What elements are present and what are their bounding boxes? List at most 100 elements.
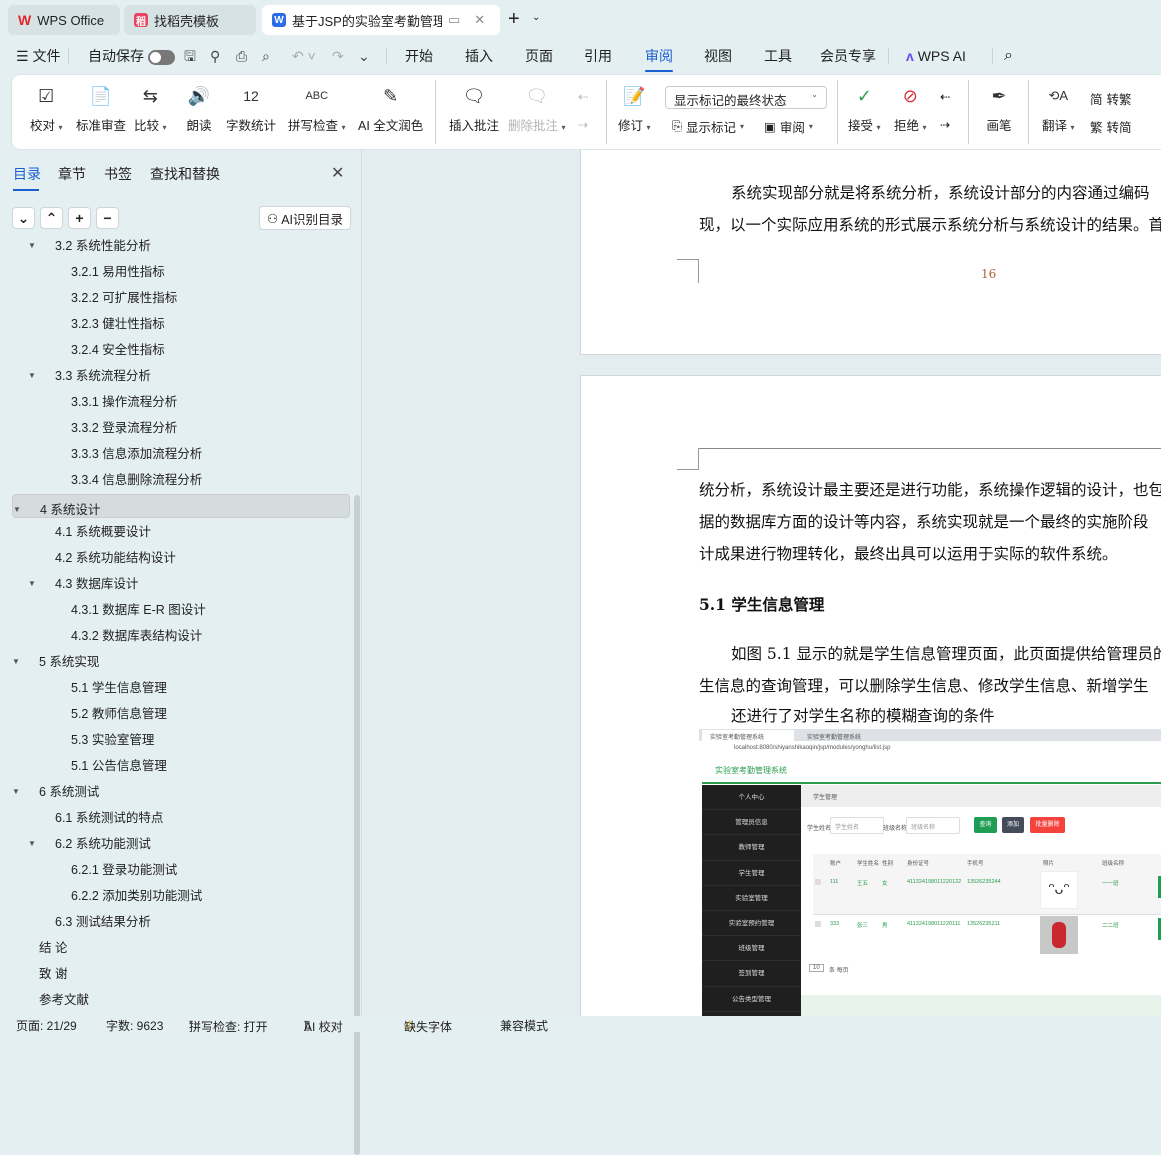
nav-tab-bookmarks[interactable]: 书签: [104, 164, 132, 184]
delete-comment-button[interactable]: 🗨删除批注 ▾: [508, 83, 566, 134]
toc-item[interactable]: 参考文献: [12, 988, 350, 1012]
toc-item[interactable]: 结 论: [12, 936, 350, 960]
show-markup-button[interactable]: ⎘显示标记▾: [672, 117, 744, 136]
quick-access-chevron-icon[interactable]: ⌄: [358, 42, 370, 70]
undo-icon[interactable]: ↶ ˅: [292, 42, 316, 70]
translate-button[interactable]: ⟲A翻译 ▾: [1042, 83, 1075, 134]
menu-insert[interactable]: 插入: [465, 42, 493, 70]
toc-item[interactable]: 3.2.4 安全性指标: [12, 338, 350, 362]
expand-down-button[interactable]: ⌄: [12, 207, 35, 229]
toc-item[interactable]: ▼4.3 数据库设计: [12, 572, 350, 596]
track-changes-button[interactable]: 📝修订 ▾: [618, 83, 651, 134]
collapse-up-button[interactable]: ⌃: [40, 207, 63, 229]
toc-item[interactable]: 3.3.3 信息添加流程分析: [12, 442, 350, 466]
previous-change-icon[interactable]: ⇠: [940, 89, 950, 104]
menu-references[interactable]: 引用: [584, 42, 612, 70]
menu-review[interactable]: 审阅: [645, 42, 673, 70]
read-aloud-button[interactable]: 🔊朗读: [186, 83, 212, 134]
menu-page[interactable]: 页面: [525, 42, 553, 70]
promote-button[interactable]: +: [68, 207, 91, 229]
demote-button[interactable]: −: [96, 207, 119, 229]
page-indicator[interactable]: 页面: 21/29: [16, 1017, 77, 1034]
menu-tools[interactable]: 工具: [764, 42, 792, 70]
toc-item[interactable]: 3.3.4 信息删除流程分析: [12, 468, 350, 492]
spell-check-button[interactable]: ABC拼写检查 ▾: [288, 83, 346, 134]
toc-item[interactable]: 4.3.1 数据库 E-R 图设计: [12, 598, 350, 622]
nav-tab-toc[interactable]: 目录: [13, 164, 41, 184]
toc-item[interactable]: 3.3.1 操作流程分析: [12, 390, 350, 414]
toc-item[interactable]: 6.2.1 登录功能测试: [12, 858, 350, 882]
search-icon[interactable]: ⌕: [1004, 42, 1013, 70]
ai-toc-button[interactable]: ⚇AI识别目录: [259, 206, 351, 230]
toc-item[interactable]: ▼6 系统测试: [12, 780, 350, 804]
insert-comment-button[interactable]: 🗨插入批注: [449, 83, 499, 134]
toc-item[interactable]: 5.1 公告信息管理: [12, 754, 350, 778]
toc-item[interactable]: ▼3.2 系统性能分析: [12, 235, 350, 258]
previous-comment-icon[interactable]: ⇠: [578, 89, 588, 104]
toc-item[interactable]: 致 谢: [12, 962, 350, 986]
accept-button[interactable]: ✓接受 ▾: [848, 83, 881, 134]
next-comment-icon[interactable]: ⇢: [578, 117, 588, 132]
close-pane-icon[interactable]: ✕: [331, 163, 344, 183]
menu-view[interactable]: 视图: [704, 42, 732, 70]
tab-document[interactable]: W基于JSP的实验室考勤管理平台▭✕: [262, 5, 500, 35]
proof-button[interactable]: ☑校对 ▾: [30, 83, 63, 134]
toc-item[interactable]: 3.2.2 可扩展性指标: [12, 286, 350, 310]
to-simplified-button[interactable]: 繁转简: [1090, 117, 1132, 136]
expand-triangle-icon[interactable]: ▼: [28, 572, 36, 596]
print-icon[interactable]: ⎙: [236, 42, 247, 70]
toc-item[interactable]: ▼4 系统设计: [12, 494, 350, 518]
toc-item[interactable]: 6.1 系统测试的特点: [12, 806, 350, 830]
new-tab-button[interactable]: +: [508, 8, 520, 31]
toc-item[interactable]: ▼3.3 系统流程分析: [12, 364, 350, 388]
toc-item[interactable]: 3.2.3 健壮性指标: [12, 312, 350, 336]
toc-item[interactable]: 5.1 学生信息管理: [12, 676, 350, 700]
toc-item[interactable]: ▼6.2 系统功能测试: [12, 832, 350, 856]
toc-item[interactable]: 3.2.1 易用性指标: [12, 260, 350, 284]
ai-polish-button[interactable]: ✎AI 全文润色: [358, 83, 423, 134]
tab-list-chevron-icon[interactable]: ⌄: [532, 12, 540, 23]
toc-item[interactable]: 5.2 教师信息管理: [12, 702, 350, 726]
save-icon[interactable]: 🖫: [184, 42, 196, 70]
toc-item[interactable]: 4.3.2 数据库表结构设计: [12, 624, 350, 648]
expand-triangle-icon[interactable]: ▼: [28, 832, 36, 856]
pen-button[interactable]: ✒画笔: [986, 83, 1012, 134]
toc-item[interactable]: ▼5 系统实现: [12, 650, 350, 674]
toc-item[interactable]: 4.2 系统功能结构设计: [12, 546, 350, 570]
expand-triangle-icon[interactable]: ▼: [28, 235, 36, 258]
toc-item[interactable]: 6.3 测试结果分析: [12, 910, 350, 934]
compare-button[interactable]: ⇆比较 ▾: [134, 83, 167, 134]
expand-triangle-icon[interactable]: ▼: [12, 780, 20, 804]
format-painter-icon[interactable]: ⚲: [210, 42, 220, 70]
toc-item[interactable]: 5.3 实验室管理: [12, 728, 350, 752]
toc-item[interactable]: 4.1 系统概要设计: [12, 520, 350, 544]
autosave-toggle[interactable]: 自动保存: [88, 42, 175, 70]
expand-triangle-icon[interactable]: ▼: [12, 650, 20, 674]
word-count-button[interactable]: 12字数统计: [226, 83, 276, 134]
print-preview-icon[interactable]: ⌕: [262, 42, 270, 70]
toc-item-label: 结 论: [39, 936, 67, 960]
toc-item[interactable]: 3.3.2 登录流程分析: [12, 416, 350, 440]
redo-icon[interactable]: ↷: [332, 42, 344, 70]
reject-button[interactable]: ⊘拒绝 ▾: [894, 83, 927, 134]
close-tab-icon[interactable]: ✕: [474, 12, 485, 28]
menu-membership[interactable]: 会员专享: [820, 42, 876, 70]
review-pane-button[interactable]: ▣审阅▾: [764, 117, 813, 136]
toc-item[interactable]: 6.2.2 添加类别功能测试: [12, 884, 350, 908]
tab-wps-office[interactable]: WWPS Office: [8, 5, 120, 35]
toc-scrollbar[interactable]: [354, 495, 360, 1155]
tab-templates[interactable]: 稻找稻壳模板: [124, 5, 256, 35]
standard-review-button[interactable]: 📄标准审查: [76, 83, 126, 134]
expand-triangle-icon[interactable]: ▼: [13, 498, 21, 522]
monitor-icon[interactable]: ▭: [448, 12, 460, 28]
display-mode-select[interactable]: 显示标记的最终状态⌄: [665, 86, 827, 109]
expand-triangle-icon[interactable]: ▼: [28, 364, 36, 388]
nav-tab-chapters[interactable]: 章节: [58, 164, 86, 184]
to-traditional-button[interactable]: 简转繁: [1090, 89, 1132, 108]
wps-ai-menu[interactable]: ᴧ WPS AI: [906, 42, 966, 70]
next-change-icon[interactable]: ⇢: [940, 117, 950, 132]
word-count-indicator[interactable]: 字数: 9623: [106, 1017, 163, 1034]
file-menu[interactable]: ☰ 文件: [16, 42, 60, 70]
nav-tab-find-replace[interactable]: 查找和替换: [150, 164, 220, 184]
menu-start[interactable]: 开始: [405, 42, 433, 70]
